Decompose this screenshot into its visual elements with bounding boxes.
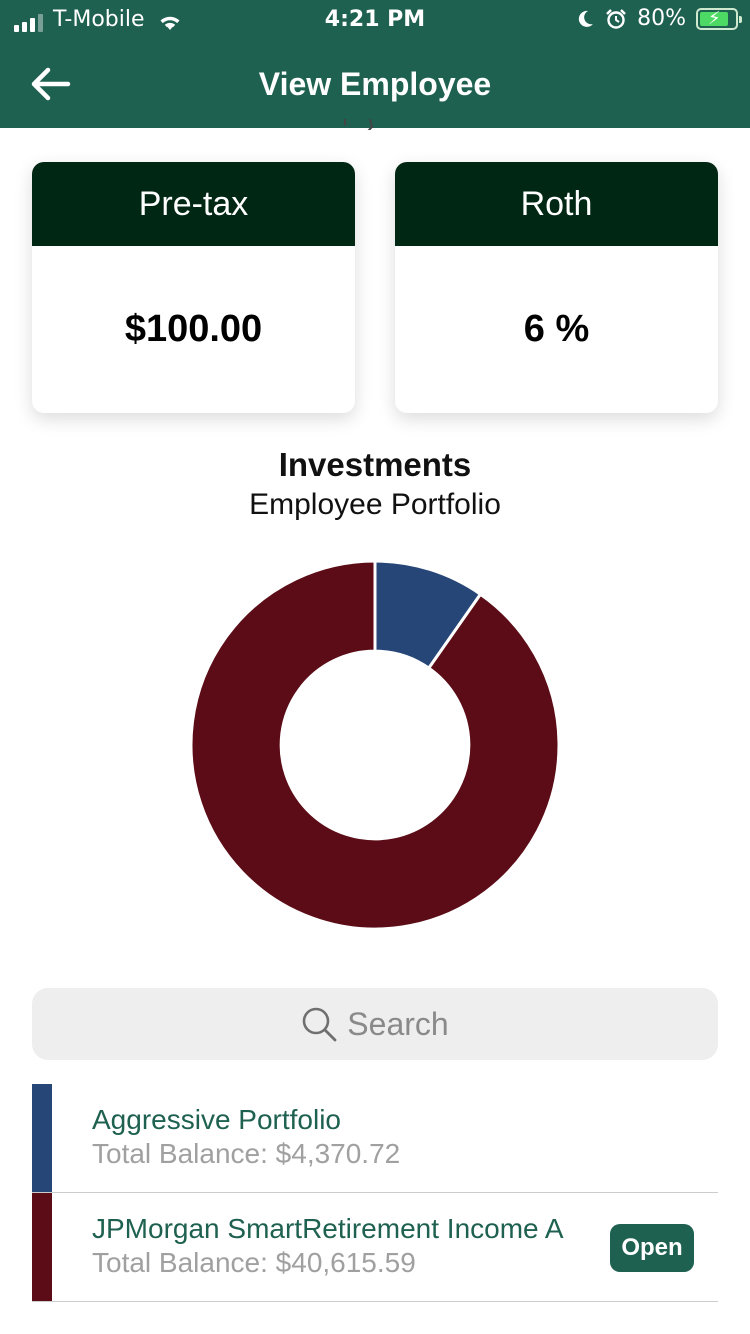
color-indicator: [32, 1193, 52, 1301]
portfolio-balance: Total Balance: $4,370.72: [92, 1138, 401, 1169]
search-bar[interactable]: Search: [32, 988, 718, 1060]
portfolio-name: Aggressive Portfolio: [92, 1104, 342, 1135]
search-icon: [302, 1007, 337, 1042]
investments-subtitle: Employee Portfolio: [249, 488, 501, 521]
pretax-card-value: $100.00: [124, 308, 263, 350]
list-item[interactable]: JPMorgan SmartRetirement Income A Total …: [32, 1193, 718, 1302]
open-button[interactable]: Open: [610, 1224, 694, 1272]
page-title: View Employee: [258, 66, 492, 102]
pretax-card: Pre-tax $100.00: [32, 162, 355, 413]
portfolio-list: Aggressive Portfolio Total Balance: $4,3…: [32, 1084, 718, 1302]
roth-card-label: Roth: [395, 162, 718, 246]
portfolio-donut-chart: [190, 560, 560, 930]
battery-percent: 80%: [637, 6, 686, 31]
portfolio-balance: Total Balance: $40,615.59: [92, 1247, 416, 1278]
roth-card: Roth 6 %: [395, 162, 718, 413]
nav-bar: View Employee: [0, 40, 750, 128]
roth-card-value: 6 %: [523, 308, 590, 350]
pretax-card-label: Pre-tax: [32, 162, 355, 246]
status-right: 80% ⚡: [575, 6, 742, 31]
battery-icon: ⚡: [696, 8, 742, 30]
color-indicator: [32, 1084, 52, 1192]
alarm-icon: [606, 9, 626, 29]
list-item[interactable]: Aggressive Portfolio Total Balance: $4,3…: [32, 1084, 718, 1193]
status-bar: T-Mobile 4:21 PM 80% ⚡: [0, 0, 750, 40]
portfolio-name: JPMorgan SmartRetirement Income A: [92, 1213, 564, 1244]
moon-icon: [578, 10, 594, 27]
donut-slice-1: [190, 560, 560, 930]
scrolled-content-remnant: [340, 118, 410, 130]
search-placeholder: Search: [347, 1005, 449, 1042]
investments-title: Investments: [278, 446, 472, 483]
